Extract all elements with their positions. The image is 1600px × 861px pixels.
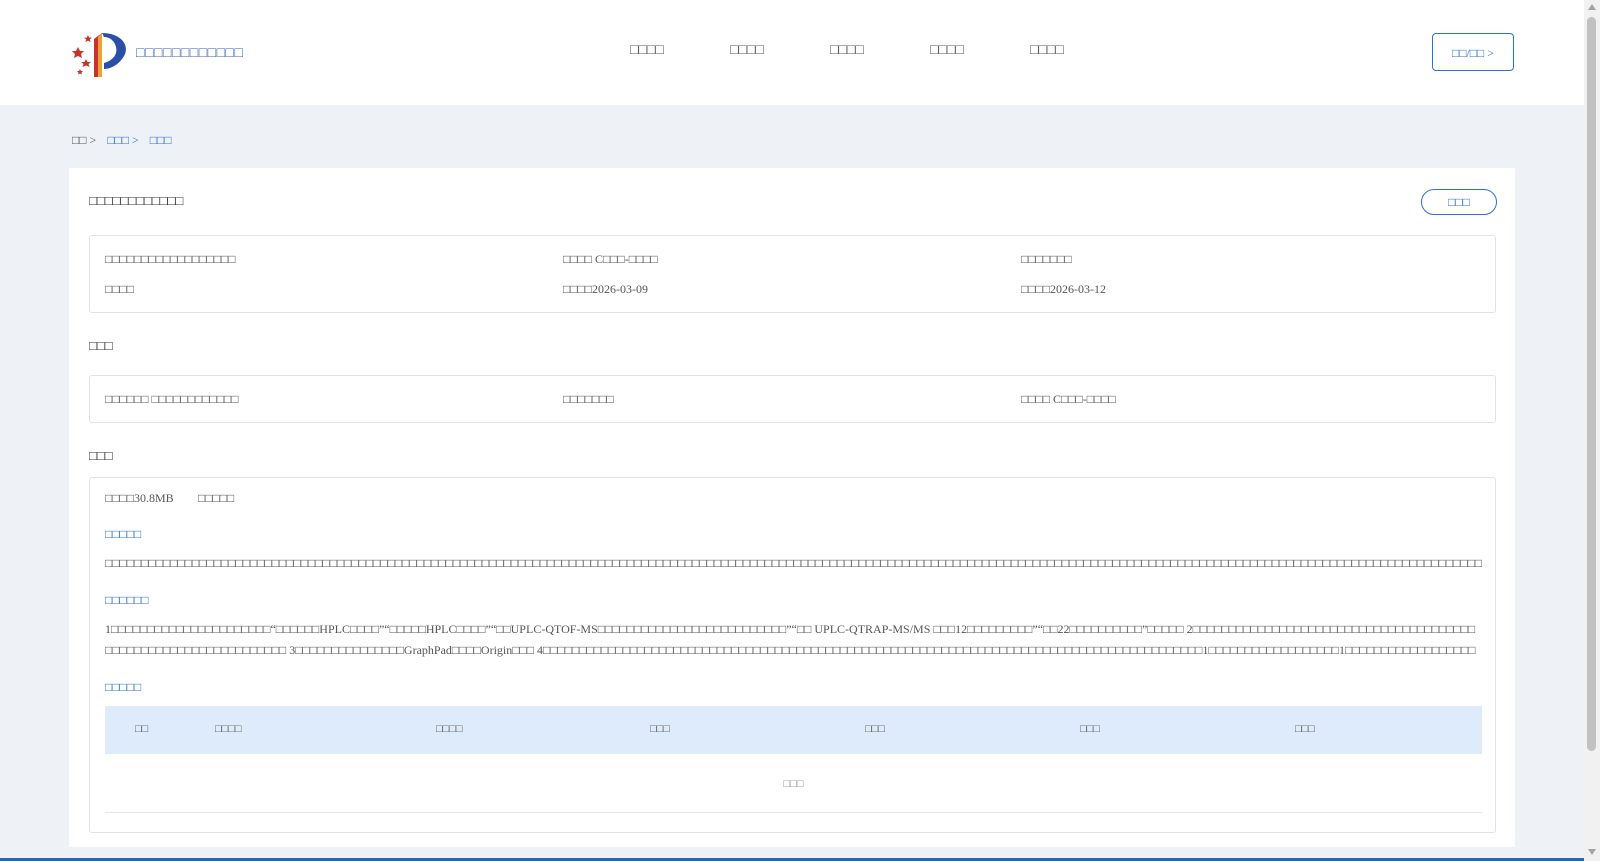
table-header-cell: □□□ — [1080, 723, 1100, 735]
site-header: □□□□□□□□□□□□ □□□□ □□□□ □□□□ □□□□ □□□□ □□… — [0, 0, 1584, 105]
content-box: □□□□30.8MB □□□□□ □□□□□ □□□□□□□□□□□□□□□□□… — [89, 477, 1496, 833]
breadcrumb-current: □□□ — [149, 133, 172, 147]
scroll-down-icon[interactable] — [1588, 849, 1596, 855]
site-logo-icon[interactable] — [72, 29, 130, 79]
provider-field: □□□□□□ □□□□□□□□□□□□ — [105, 392, 239, 406]
detail-panel: □□□□□□□□□□□□ □□□ □□□□□□□□□□□□□□□□□□ □□□□… — [69, 168, 1515, 847]
section-heading: □□□ — [89, 338, 113, 353]
table-header-cell: □□ — [135, 723, 149, 735]
info-box: □□□□□□□□□□□□□□□□□□ □□□□ C□□□-□□□□ □□□□□□… — [89, 235, 1496, 313]
page-scrollbar[interactable] — [1584, 0, 1600, 861]
provider-box: □□□□□□ □□□□□□□□□□□□ □□□□□□□ □□□□ C□□□-□□… — [89, 375, 1496, 423]
table-empty-message: □□□ — [783, 778, 804, 790]
provider-field: □□□□ C□□□-□□□□ — [1021, 392, 1116, 406]
description-text: □□□□□□□□□□□□□□□□□□□□□□□□□□□□□□□□□□□□□□□□… — [105, 556, 1482, 570]
info-field: □□□□ C□□□-□□□□ — [563, 252, 658, 266]
scroll-up-icon[interactable] — [1588, 4, 1596, 10]
site-brand-name[interactable]: □□□□□□□□□□□□ — [136, 46, 243, 62]
nav-item-4[interactable]: □□□□ — [930, 43, 964, 59]
nav-item-3[interactable]: □□□□ — [830, 43, 864, 59]
table-header-cell: □□□□ — [436, 723, 463, 735]
info-field: □□□□□□□□□□□□□□□□□□ — [105, 252, 236, 266]
detail-title: □□□□□□□□□□□□ — [89, 193, 184, 208]
scroll-thumb[interactable] — [1587, 17, 1596, 751]
update-date: □□□□2026-03-12 — [1021, 282, 1106, 296]
table-header-cell: □□□ — [865, 723, 885, 735]
table-header-cell: □□□ — [1295, 723, 1315, 735]
login-register-button[interactable]: □□/□□ > — [1432, 33, 1514, 71]
table-header-cell: □□□□ — [215, 723, 242, 735]
table-header: □□ □□□□ □□□□ □□□ □□□ □□□ □□□ — [105, 706, 1482, 754]
file-extra: □□□□□ — [198, 491, 235, 505]
breadcrumb: □□ > □□□ > □□□ — [72, 133, 180, 148]
nav-item-5[interactable]: □□□□ — [1030, 43, 1064, 59]
method-text: 1□□□□□□□□□□□□□□□□□□□□□□“□□□□□□HPLC□□□□”“… — [105, 622, 1476, 657]
subsection-title: □□□□□□ — [105, 593, 149, 607]
apply-button[interactable]: □□□ — [1421, 189, 1497, 215]
subsection-title: □□□□□ — [105, 680, 142, 694]
subsection-title: □□□□□ — [105, 527, 142, 541]
file-size: □□□□30.8MB — [105, 491, 174, 505]
section-heading: □□□ — [89, 448, 113, 463]
table-divider — [105, 812, 1482, 813]
provider-field: □□□□□□□ — [563, 392, 614, 406]
publish-date: □□□□2026-03-09 — [563, 282, 648, 296]
info-field: □□□□□□□ — [1021, 252, 1072, 266]
nav-item-2[interactable]: □□□□ — [730, 43, 764, 59]
nav-item-1[interactable]: □□□□ — [630, 43, 664, 59]
breadcrumb-category[interactable]: □□□ > — [107, 133, 139, 147]
info-field: □□□□ — [105, 282, 134, 296]
table-header-cell: □□□ — [650, 723, 670, 735]
breadcrumb-home[interactable]: □□ > — [72, 133, 96, 147]
